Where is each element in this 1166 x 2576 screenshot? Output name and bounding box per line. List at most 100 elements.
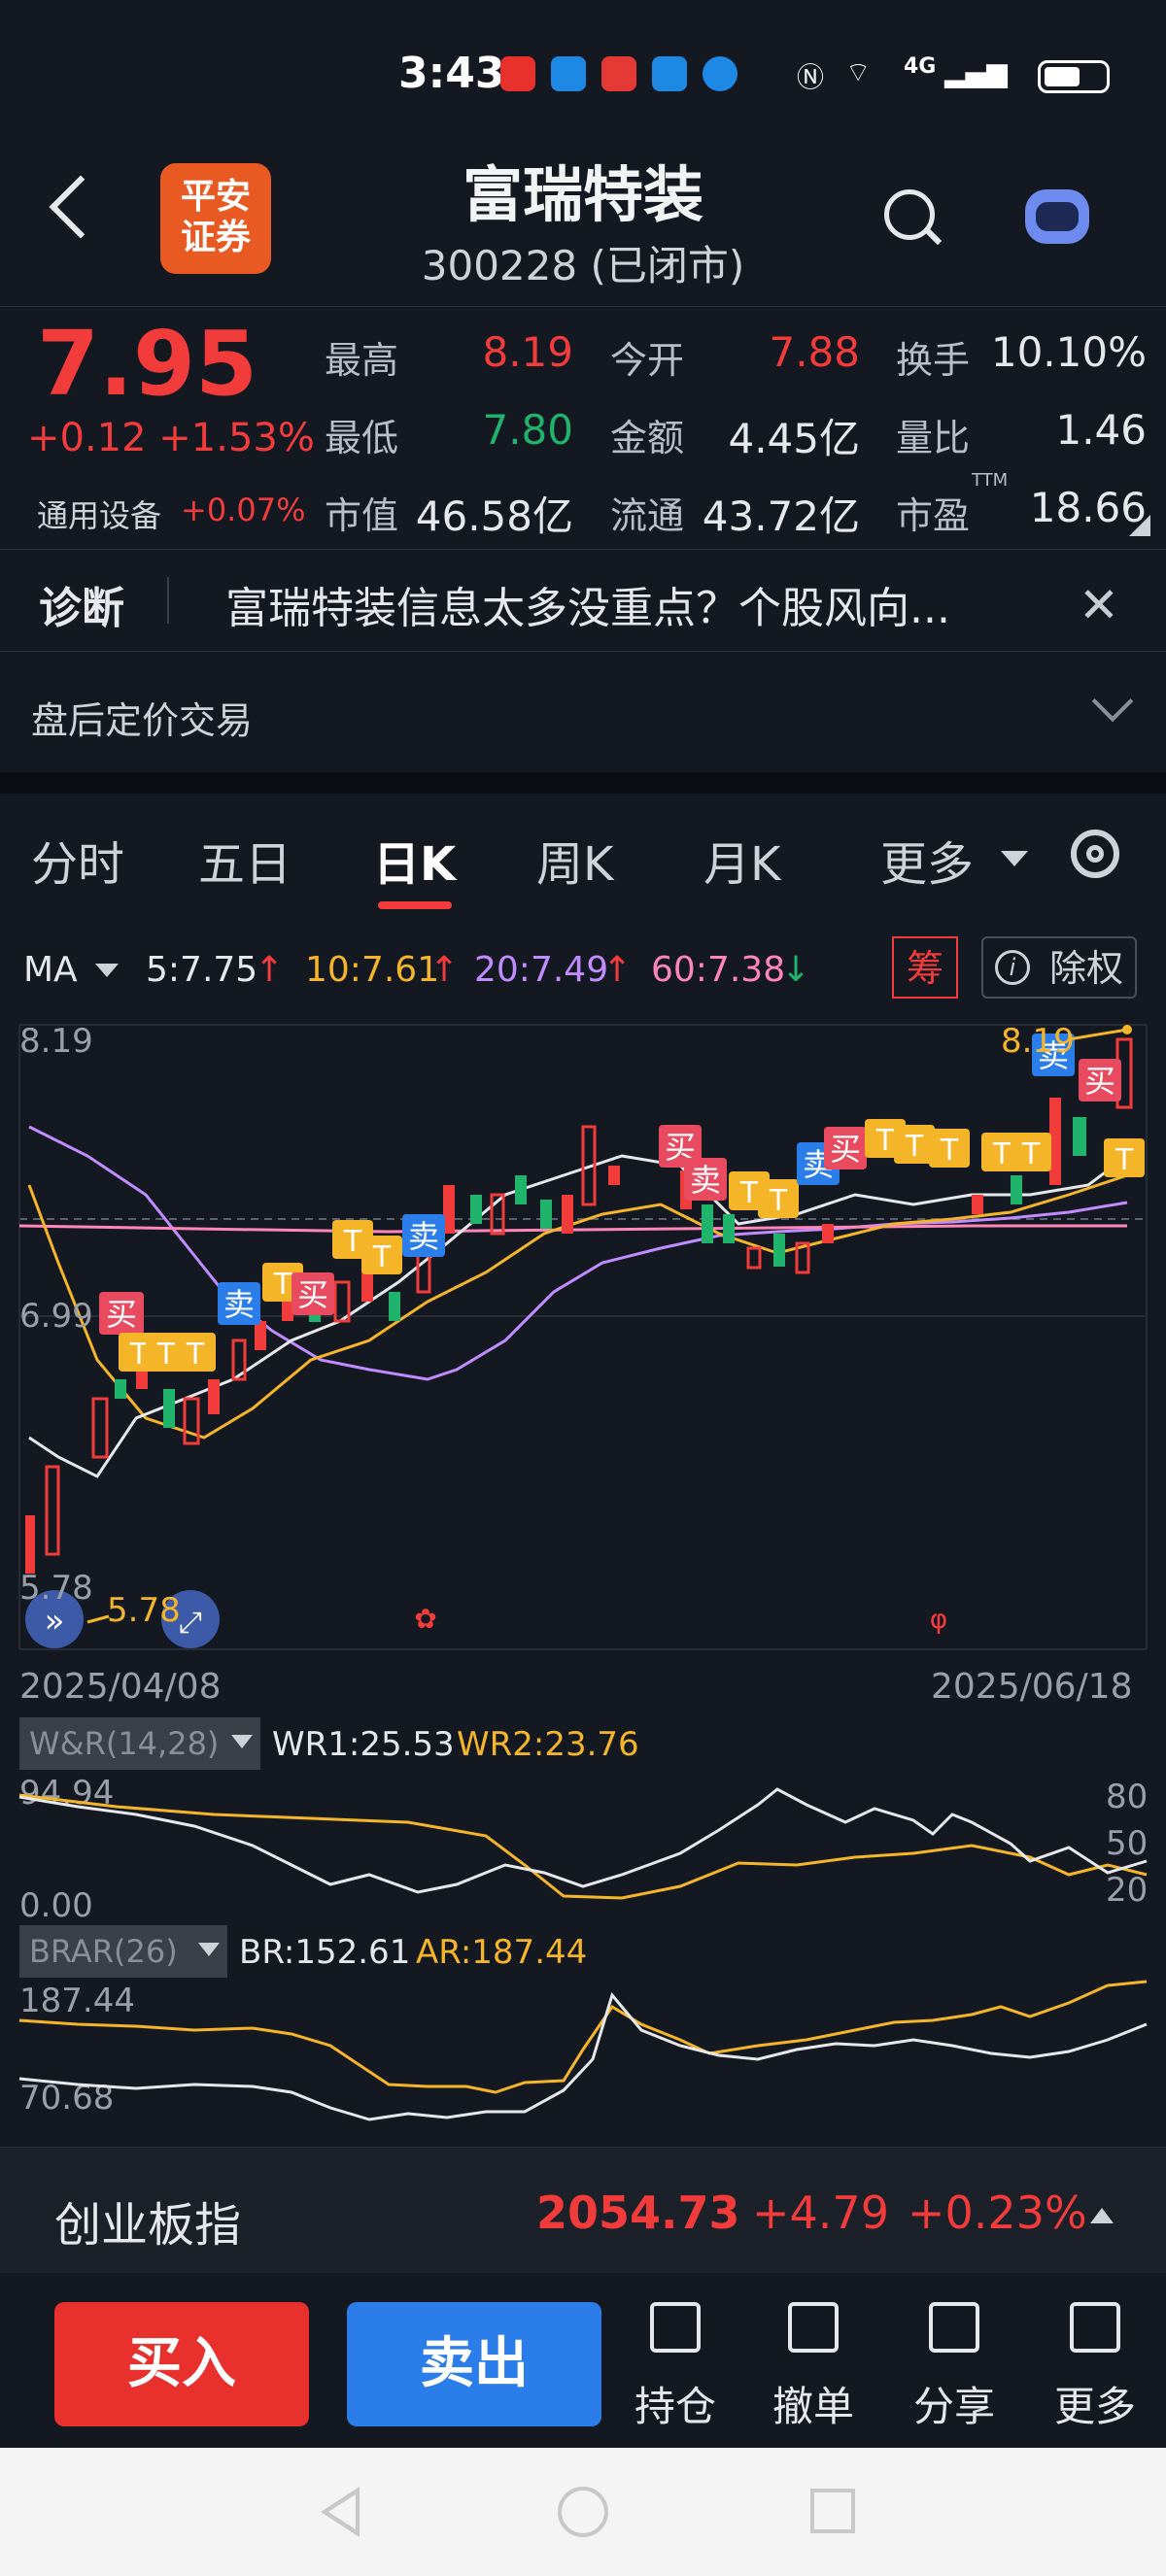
info-icon: i — [995, 950, 1030, 985]
ma60-down-icon: ↓ — [781, 950, 811, 990]
svg-text:买: 买 — [1084, 1063, 1115, 1100]
list-icon — [1070, 2302, 1120, 2353]
chart-date-end: 2025/06/18 — [931, 1667, 1133, 1707]
ma20-up-icon: ↑ — [602, 950, 633, 990]
svg-text:T: T — [875, 1124, 895, 1158]
index-change-pct: +0.23% — [908, 2186, 1087, 2239]
open-value: 7.88 — [769, 328, 860, 376]
ma5-up-icon: ↑ — [255, 950, 285, 990]
ma60-value: 60:7.38 — [651, 950, 786, 990]
chevron-down-icon[interactable] — [1091, 680, 1134, 723]
positions-label: 持仓 — [634, 2383, 716, 2430]
wr2-value: WR2:23.76 — [457, 1725, 639, 1764]
gear-icon-center — [1086, 845, 1104, 863]
svg-text:T: T — [905, 1130, 924, 1164]
more-label: 更多 — [1053, 2383, 1136, 2430]
svg-text:买: 买 — [830, 1131, 861, 1168]
low-label: 最低 — [325, 417, 399, 459]
cancel-order-label: 撤单 — [772, 2383, 854, 2430]
ar-value: AR:187.44 — [416, 1933, 588, 1972]
positions-icon — [650, 2302, 701, 2353]
turnover-value: 10.10% — [990, 328, 1147, 376]
nav-home-icon[interactable] — [558, 2487, 608, 2537]
svg-text:T: T — [186, 1338, 205, 1372]
high-label: 最高 — [325, 339, 399, 382]
diagnose-banner[interactable]: 诊断 富瑞特装信息太多没重点？个股风向... ✕ — [0, 549, 1166, 652]
wr-chart — [18, 1787, 1148, 1900]
close-icon[interactable]: ✕ — [1079, 577, 1119, 633]
brar-indicator-selector[interactable]: BRAR(26) — [19, 1925, 227, 1978]
active-tab-indicator — [378, 901, 452, 909]
notification-app-icon — [703, 56, 737, 91]
industry-name[interactable]: 通用设备 — [37, 491, 161, 536]
tab-more[interactable]: 更多 — [880, 826, 974, 894]
pe-value: 18.66 — [1029, 484, 1147, 531]
share-icon — [929, 2302, 979, 2353]
tab-five-day[interactable]: 五日 — [198, 826, 292, 894]
caret-up-icon[interactable] — [1090, 2208, 1114, 2223]
br-value: BR:152.61 — [239, 1933, 411, 1972]
svg-text:卖: 卖 — [408, 1218, 439, 1255]
svg-text:T: T — [129, 1338, 149, 1372]
nav-recents-icon[interactable] — [810, 2489, 855, 2533]
tab-intraday[interactable]: 分时 — [31, 826, 124, 894]
assistant-robot-face — [1036, 202, 1079, 231]
float-cap-label: 流通 — [610, 494, 685, 537]
wr1-value: WR1:25.53 — [272, 1725, 455, 1764]
stock-name: 富瑞特装 — [462, 159, 703, 230]
svg-text:T: T — [1115, 1143, 1134, 1177]
trade-markers: 买 T T T 卖 T 买 T T 卖 买 卖 T T 卖 买 T T T T … — [99, 1034, 1145, 1372]
cancel-order-button[interactable]: 撤单 — [760, 2302, 867, 2433]
ma10-value: 10:7.61 — [305, 950, 440, 990]
nav-back-icon-inner — [328, 2494, 356, 2529]
divider — [167, 577, 169, 624]
svg-text:⤢: ⤢ — [179, 1606, 202, 1640]
chart-period-tabs: 分时 五日 日K 周K 月K 更多 — [0, 795, 1166, 921]
svg-text:卖: 卖 — [223, 1286, 255, 1323]
expand-corner-icon[interactable] — [1129, 515, 1150, 536]
svg-text:T: T — [739, 1176, 759, 1210]
signal-icon: ▂▄▆ — [944, 56, 1008, 88]
cancel-order-icon — [788, 2302, 839, 2353]
after-hours-label: 盘后定价交易 — [31, 699, 254, 742]
turnover-label: 换手 — [896, 339, 971, 382]
share-button[interactable]: 分享 — [901, 2302, 1008, 2433]
candles — [25, 1037, 1133, 1574]
caret-down-icon[interactable] — [95, 964, 119, 977]
svg-text:T: T — [372, 1240, 392, 1274]
svg-text:φ: φ — [930, 1603, 947, 1635]
svg-text:卖: 卖 — [690, 1162, 721, 1199]
chart-low-mark: 5.78 — [107, 1591, 181, 1630]
high-value: 8.19 — [482, 328, 573, 376]
buy-button[interactable]: 买入 — [54, 2302, 309, 2426]
index-value: 2054.73 — [536, 2186, 740, 2239]
chart-date-start: 2025/04/08 — [19, 1667, 222, 1707]
diagnose-text[interactable]: 富瑞特装信息太多没重点？个股风向... — [225, 573, 950, 635]
status-time: 3:43 — [398, 49, 505, 98]
positions-button[interactable]: 持仓 — [622, 2302, 729, 2433]
ma-selector[interactable]: MA — [23, 950, 78, 990]
sell-button[interactable]: 卖出 — [347, 2302, 601, 2426]
ma20-value: 20:7.49 — [474, 950, 609, 990]
nfc-icon: Ⓝ — [797, 61, 825, 93]
amount-label: 金额 — [610, 417, 685, 459]
more-button[interactable]: 更多 — [1042, 2302, 1149, 2433]
share-label: 分享 — [912, 2383, 995, 2430]
ma10-up-icon: ↑ — [429, 950, 460, 990]
notification-app-icon — [551, 56, 586, 91]
tab-daily-k[interactable]: 日K — [373, 826, 456, 894]
notification-app-icon — [652, 56, 687, 91]
svg-text:✿: ✿ — [414, 1603, 436, 1635]
svg-text:T: T — [769, 1184, 788, 1218]
after-hours-trading[interactable]: 盘后定价交易 — [0, 651, 1166, 768]
tab-monthly-k[interactable]: 月K — [703, 826, 780, 894]
svg-text:»: » — [45, 1602, 65, 1641]
svg-text:买: 买 — [106, 1296, 137, 1333]
market-cap-label: 市值 — [325, 494, 399, 537]
chip-distribution-button[interactable]: 筹 — [892, 936, 958, 999]
index-ticker[interactable]: 创业板指 2054.73 +4.79 +0.23% — [0, 2147, 1166, 2274]
wr-indicator-selector[interactable]: W&R(14,28) — [19, 1717, 260, 1770]
svg-text:T: T — [1021, 1137, 1041, 1171]
tab-weekly-k[interactable]: 周K — [536, 826, 613, 894]
battery-icon — [1038, 60, 1110, 93]
